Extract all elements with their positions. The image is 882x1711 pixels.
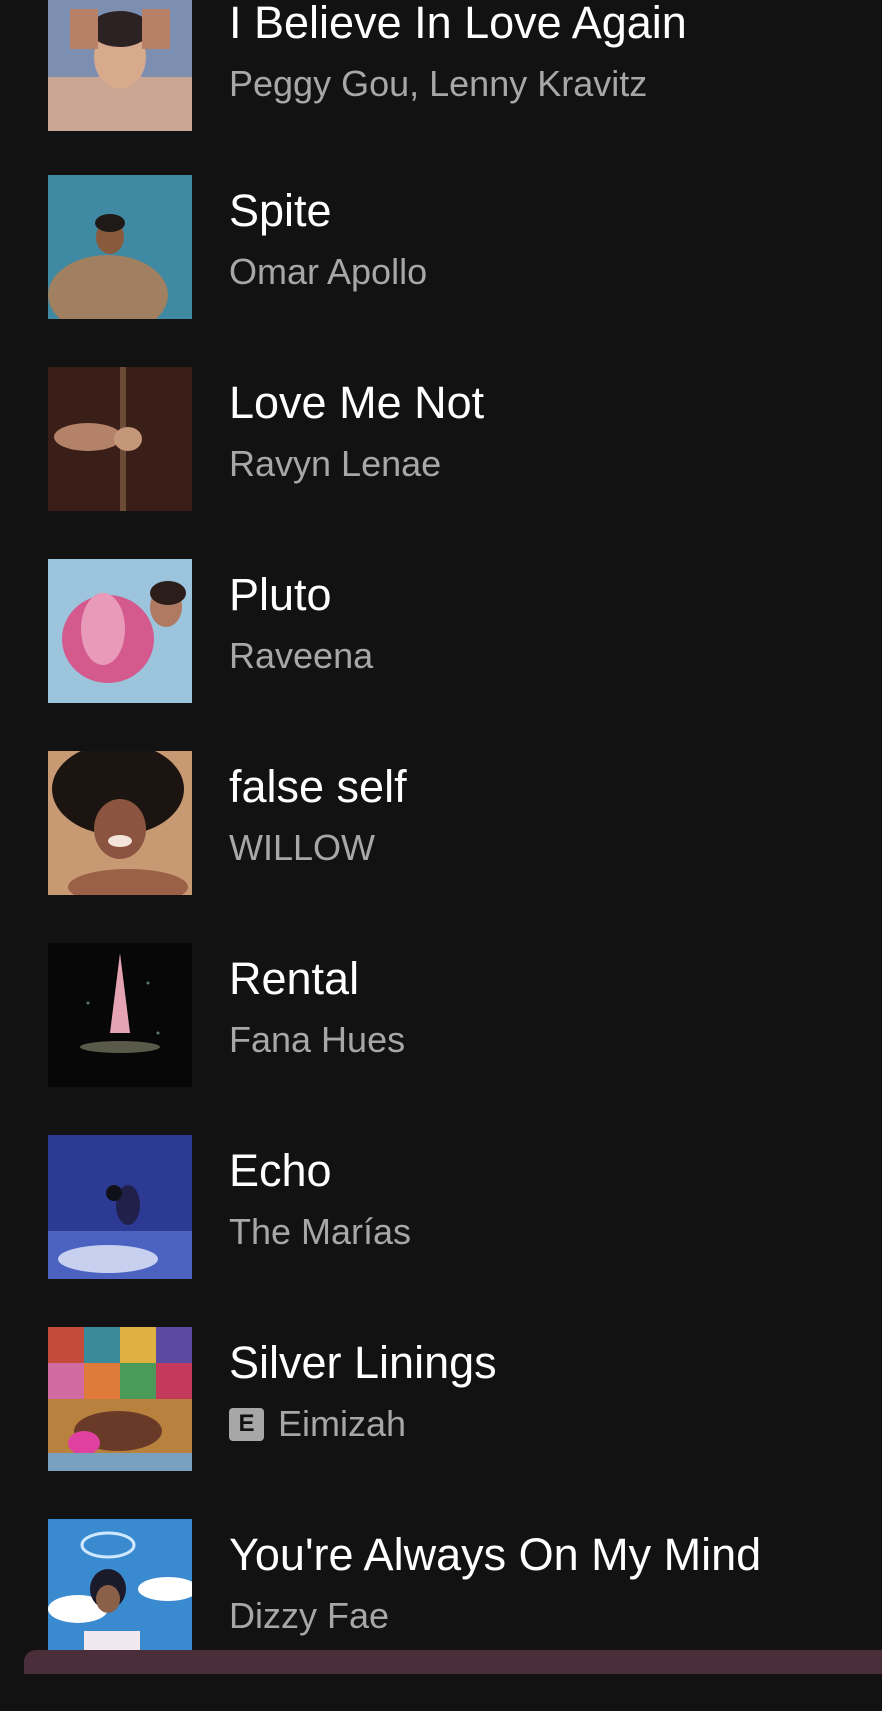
album-cover — [48, 1519, 192, 1663]
artist-line: Ravyn Lenae — [229, 441, 441, 487]
album-cover — [48, 175, 192, 319]
album-cover — [48, 367, 192, 511]
track-title: You're Always On My Mind — [229, 1529, 762, 1580]
artist-line: Raveena — [229, 633, 373, 679]
album-cover — [48, 559, 192, 703]
track-title: I Believe In Love Again — [229, 0, 687, 48]
mini-player-edge[interactable] — [24, 1650, 882, 1674]
track-title: false self — [229, 761, 407, 812]
track-title: Rental — [229, 953, 360, 1004]
track-artist: Omar Apollo — [229, 251, 428, 292]
track-title: Echo — [229, 1145, 332, 1196]
artist-line: The Marías — [229, 1209, 411, 1255]
artist-line: WILLOW — [229, 825, 375, 871]
track-artist: WILLOW — [229, 827, 376, 868]
artist-line: Dizzy Fae — [229, 1593, 389, 1639]
artist-line: Fana Hues — [229, 1017, 405, 1063]
artist-line: Peggy Gou, Lenny Kravitz — [229, 61, 647, 107]
track-row[interactable]: false self WILLOW — [0, 751, 882, 943]
track-title: Spite — [229, 185, 332, 236]
track-artist: Raveena — [229, 635, 374, 676]
track-artist: The Marías — [229, 1211, 412, 1252]
track-row[interactable]: Spite Omar Apollo — [0, 175, 882, 367]
track-artist: Ravyn Lenae — [229, 443, 442, 484]
artist-line: Omar Apollo — [229, 249, 427, 295]
artist-line: E Eimizah — [229, 1401, 406, 1447]
track-row[interactable]: You're Always On My Mind Dizzy Fae — [0, 1519, 882, 1711]
explicit-badge-icon: E — [229, 1407, 264, 1441]
album-cover — [48, 943, 192, 1087]
album-cover — [48, 1327, 192, 1471]
track-row[interactable]: I Believe In Love Again Peggy Gou, Lenny… — [0, 0, 882, 179]
track-row[interactable]: Rental Fana Hues — [0, 943, 882, 1135]
track-row[interactable]: Love Me Not Ravyn Lenae — [0, 367, 882, 559]
album-cover — [48, 751, 192, 895]
track-artist: Dizzy Fae — [229, 1595, 390, 1636]
track-title: Pluto — [229, 569, 332, 620]
track-row[interactable]: Pluto Raveena — [0, 559, 882, 751]
track-title: Silver Linings — [229, 1337, 497, 1388]
track-row[interactable]: Echo The Marías — [0, 1135, 882, 1327]
track-artist: Peggy Gou, Lenny Kravitz — [229, 63, 648, 104]
track-artist: Fana Hues — [229, 1019, 406, 1060]
album-cover — [48, 1135, 192, 1279]
album-cover — [48, 0, 192, 131]
track-title: Love Me Not — [229, 377, 485, 428]
track-artist: Eimizah — [278, 1403, 407, 1444]
track-row[interactable]: Silver Linings E Eimizah — [0, 1327, 882, 1519]
